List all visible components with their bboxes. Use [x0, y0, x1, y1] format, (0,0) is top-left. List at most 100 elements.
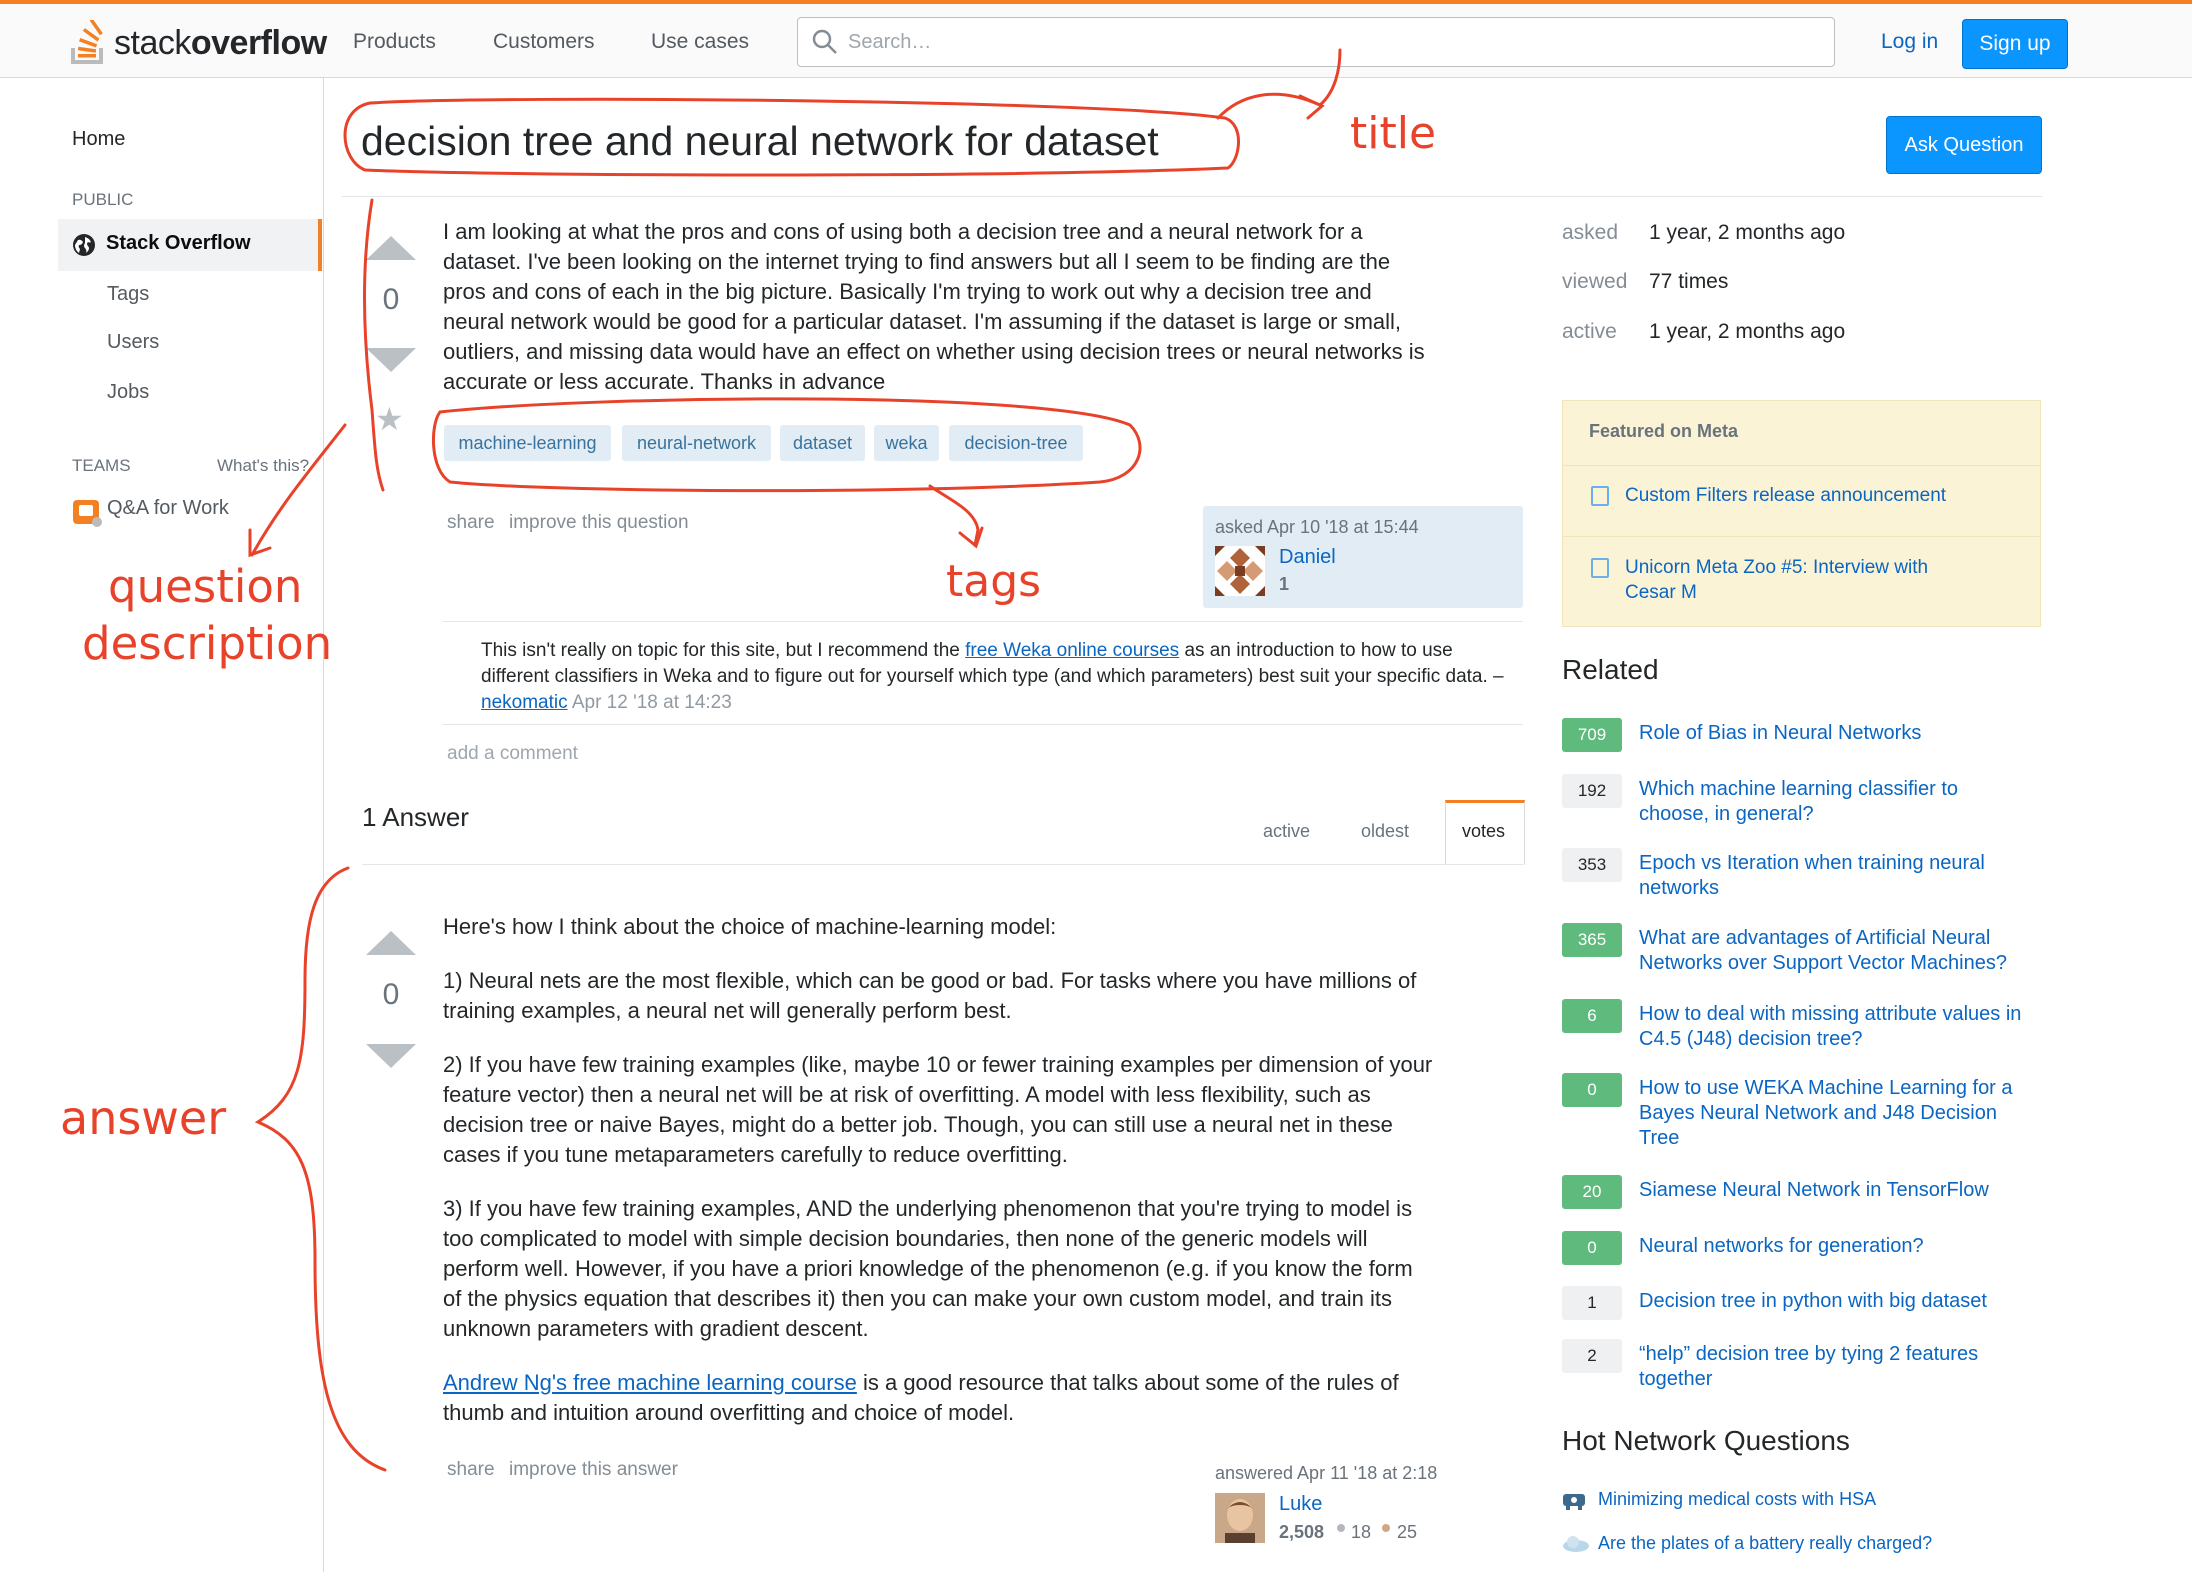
meta-divider — [1563, 536, 2040, 537]
related-question-link[interactable]: Role of Bias in Neural Networks — [1639, 721, 2059, 746]
related-link-line: Networks over Support Vector Machines? — [1639, 952, 2007, 974]
comment-timestamp: Apr 12 '18 at 14:23 — [567, 692, 732, 713]
related-link-line: choose, in general? — [1639, 803, 1814, 825]
annotation-answer: answer — [60, 1091, 227, 1145]
nav-customers[interactable]: Customers — [493, 30, 595, 54]
downvote-arrow-icon[interactable] — [366, 348, 416, 372]
site-icon-money — [1563, 1494, 1585, 1510]
annotation-question: question — [108, 560, 303, 613]
related-link-line: Decision tree in python with big dataset — [1639, 1290, 1987, 1312]
related-question-link[interactable]: Neural networks for generation? — [1639, 1234, 2059, 1259]
related-score-badge: 709 — [1562, 718, 1622, 752]
tag-dataset[interactable]: dataset — [780, 425, 865, 461]
add-comment-link[interactable]: add a comment — [447, 743, 578, 765]
related-question-link[interactable]: Epoch vs Iteration when training neural n… — [1639, 851, 2059, 901]
related-question-link[interactable]: Which machine learning classifier to choo… — [1639, 777, 2059, 827]
answer-line: unknown parameters with gradient descent… — [443, 1316, 869, 1341]
related-link-line: How to use WEKA Machine Learning for a — [1639, 1077, 2013, 1099]
stackoverflow-logo[interactable]: stackoverflow — [70, 18, 327, 68]
tab-active-sort[interactable]: active — [1263, 821, 1310, 842]
nav-products[interactable]: Products — [353, 30, 436, 54]
related-link-line: What are advantages of Artificial Neural — [1639, 927, 1991, 949]
search-input[interactable]: Search… — [797, 17, 1835, 67]
answer-line: perform well. However, if you have a pri… — [443, 1256, 1413, 1281]
course-link[interactable]: Andrew Ng's free machine learning course — [443, 1370, 857, 1395]
related-link-line: networks — [1639, 877, 1720, 899]
related-score-badge: 365 — [1562, 923, 1622, 957]
meta-link-custom-filters[interactable]: Custom Filters release announcement — [1625, 483, 1946, 508]
related-question-link[interactable]: Siamese Neural Network in TensorFlow — [1639, 1178, 2059, 1203]
sidebar-item-users[interactable]: Users — [107, 331, 159, 354]
title-divider — [342, 196, 2042, 197]
related-question-link[interactable]: How to use WEKA Machine Learning for a Ba… — [1639, 1076, 2059, 1151]
login-link[interactable]: Log in — [1881, 30, 1938, 54]
active-value: 1 year, 2 months ago — [1649, 320, 1846, 343]
asked-timestamp: asked Apr 10 '18 at 15:44 — [1215, 517, 1419, 537]
sidebar-item-qa-for-work[interactable]: Q&A for Work — [107, 497, 229, 520]
related-score-badge: 192 — [1562, 774, 1622, 808]
answer-downvote-arrow-icon[interactable] — [366, 1044, 416, 1068]
improve-answer-link[interactable]: improve this answer — [509, 1459, 678, 1481]
comment: This isn't really on topic for this site… — [481, 638, 1511, 716]
signup-button[interactable]: Sign up — [1962, 19, 2068, 69]
share-answer-link[interactable]: share — [447, 1459, 495, 1481]
comment-link[interactable]: free Weka online courses — [965, 640, 1179, 661]
related-score-badge: 0 — [1562, 1073, 1622, 1107]
related-question-link[interactable]: Decision tree in python with big dataset — [1639, 1289, 2059, 1314]
comment-author[interactable]: nekomatic — [481, 692, 568, 713]
page-title[interactable]: decision tree and neural network for dat… — [361, 118, 1159, 165]
answer-user-name[interactable]: Luke — [1279, 1493, 1322, 1516]
question-user-name[interactable]: Daniel — [1279, 546, 1336, 569]
related-question-link[interactable]: “help” decision tree by tying 2 features… — [1639, 1342, 2059, 1392]
upvote-arrow-icon[interactable] — [366, 236, 416, 260]
related-link-line: Role of Bias in Neural Networks — [1639, 722, 1922, 744]
answer-upvote-arrow-icon[interactable] — [366, 931, 416, 955]
tab-votes-sort[interactable]: votes — [1445, 800, 1525, 865]
avatar[interactable] — [1215, 1493, 1265, 1543]
comment-divider — [443, 724, 1523, 725]
search-icon — [812, 29, 837, 54]
avatar[interactable] — [1215, 546, 1265, 596]
tag-decision-tree[interactable]: decision-tree — [949, 425, 1083, 461]
answer-paragraph-3: 3) If you have few training examples, AN… — [443, 1194, 1543, 1344]
improve-question-link[interactable]: improve this question — [509, 512, 689, 534]
related-score-badge: 6 — [1562, 999, 1622, 1033]
related-link-line: Which machine learning classifier to — [1639, 778, 1959, 800]
tag-weka[interactable]: weka — [874, 425, 939, 461]
bronze-badge-icon — [1382, 1524, 1390, 1532]
answer-paragraph-2: 2) If you have few training examples (li… — [443, 1050, 1543, 1170]
sidebar-item-tags[interactable]: Tags — [107, 283, 149, 306]
sidebar-item-label: Stack Overflow — [106, 232, 251, 254]
share-question-link[interactable]: share — [447, 512, 495, 534]
question-user-reputation: 1 — [1279, 574, 1290, 594]
tag-machine-learning[interactable]: machine-learning — [444, 425, 611, 461]
related-link-line: together — [1639, 1368, 1713, 1390]
question-body-line: neural network would be good for a parti… — [443, 309, 1402, 334]
answer-line: thumb and intuition around overfitting a… — [443, 1400, 1015, 1425]
favorite-star-icon[interactable]: ★ — [375, 400, 404, 438]
related-link-line: Bayes Neural Network and J48 Decision — [1639, 1102, 1997, 1124]
tags-pointer-line — [928, 484, 980, 547]
question-body-line: outliers, and missing data would have an… — [443, 339, 1425, 364]
question-body: I am looking at what the pros and cons o… — [443, 217, 1543, 397]
meta-post-icon — [1591, 486, 1609, 506]
viewed-value: 77 times — [1649, 270, 1729, 293]
sidebar-item-jobs[interactable]: Jobs — [107, 381, 149, 404]
hot-question-link[interactable]: Minimizing medical costs with HSA — [1598, 1489, 1876, 1510]
meta-link-unicorn-zoo[interactable]: Unicorn Meta Zoo #5: Interview with Cesa… — [1625, 555, 1928, 605]
related-question-link[interactable]: What are advantages of Artificial Neural… — [1639, 926, 2059, 976]
tab-oldest-sort[interactable]: oldest — [1361, 821, 1409, 842]
whats-this-link[interactable]: What's this? — [217, 456, 309, 476]
related-score-badge: 0 — [1562, 1231, 1622, 1265]
site-icon-cloud — [1563, 1536, 1589, 1552]
answer-paragraph-1: 1) Neural nets are the most flexible, wh… — [443, 966, 1543, 1026]
tag-neural-network[interactable]: neural-network — [622, 425, 771, 461]
hot-question-link[interactable]: Are the plates of a battery really charg… — [1598, 1533, 1932, 1554]
nav-use-cases[interactable]: Use cases — [651, 30, 749, 54]
left-sidebar — [0, 78, 324, 1572]
related-question-link[interactable]: How to deal with missing attribute value… — [1639, 1002, 2059, 1052]
ask-question-button[interactable]: Ask Question — [1886, 116, 2042, 174]
sidebar-item-stack-overflow[interactable]: Stack Overflow — [58, 219, 322, 271]
sidebar-item-home[interactable]: Home — [72, 128, 125, 151]
related-heading: Related — [1562, 654, 1659, 685]
